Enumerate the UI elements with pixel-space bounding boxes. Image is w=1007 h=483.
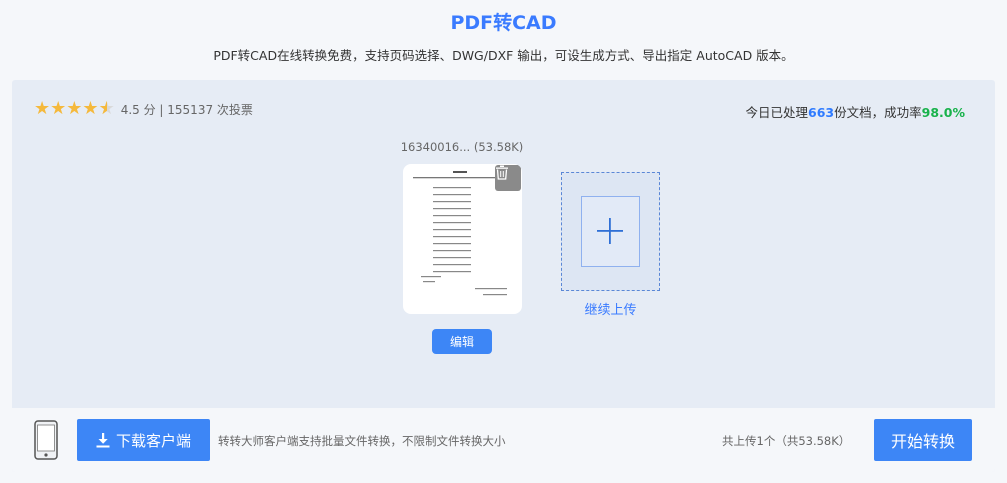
file-size: (53.58K) [473, 140, 524, 154]
rating-text: 4.5 分 | 155137 次投票 [120, 102, 253, 117]
processing-stats: 今日已处理663份文档，成功率98.0% [746, 102, 966, 121]
continue-upload-link[interactable]: 继续上传 [561, 299, 660, 318]
star-icon[interactable]: ★ [66, 100, 82, 118]
start-convert-button[interactable]: 开始转换 [874, 419, 972, 461]
file-name-text: 16340016... [400, 140, 471, 154]
file-name: 16340016... (53.58K) [384, 140, 540, 154]
download-label: 下载客户端 [115, 431, 191, 450]
star-icon[interactable]: ★ [82, 100, 98, 118]
page-subtitle: PDF转CAD在线转换免费，支持页码选择、DWG/DXF 输出，可设生成方式、导… [213, 48, 794, 63]
star-rating[interactable]: ★ ★ ★ ★ ★ [34, 100, 115, 119]
upload-count: 共上传1个（共53.58K） [722, 434, 851, 448]
download-client-button[interactable]: 下载客户端 [77, 419, 210, 461]
delete-file-button[interactable] [495, 165, 521, 191]
trash-icon [496, 165, 508, 180]
stats-rate: 98.0% [921, 105, 965, 120]
upload-drop-area[interactable] [581, 196, 640, 267]
edit-button[interactable]: 编辑 [432, 329, 492, 354]
page: PDF转CAD PDF转CAD在线转换免费，支持页码选择、DWG/DXF 输出，… [0, 0, 1007, 483]
download-icon [96, 432, 110, 448]
file-thumbnail[interactable] [403, 164, 522, 314]
star-icon[interactable]: ★ [34, 100, 50, 118]
action-footer: 下载客户端 转转大师客户端支持批量文件转换，不限制文件转换大小 共上传1个（共5… [12, 408, 995, 472]
star-icon[interactable]: ★ [50, 100, 66, 118]
stats-count: 663 [808, 105, 835, 120]
page-title: PDF转CAD [450, 12, 557, 34]
rating: ★ ★ ★ ★ ★ 4.5 分 | 155137 次投票 [34, 100, 253, 119]
plus-icon [597, 218, 623, 244]
phone-icon [34, 420, 58, 464]
half-star-icon[interactable]: ★ [99, 100, 115, 119]
client-promo-text: 转转大师客户端支持批量文件转换，不限制文件转换大小 [218, 434, 506, 448]
stats-mid: 份文档，成功率 [834, 105, 922, 120]
upload-panel: ★ ★ ★ ★ ★ 4.5 分 | 155137 次投票 今日已处理663份文档… [12, 80, 995, 472]
stats-prefix: 今日已处理 [745, 105, 809, 120]
continue-upload-box[interactable] [561, 172, 660, 291]
